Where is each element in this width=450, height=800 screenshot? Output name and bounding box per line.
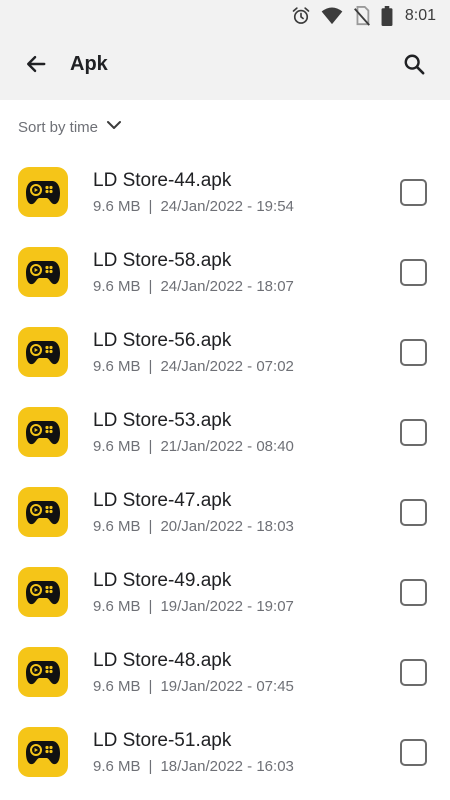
arrow-left-icon: [25, 53, 47, 80]
list-item[interactable]: LD Store-53.apk 9.6 MB | 21/Jan/2022 - 08:…: [0, 393, 450, 473]
wifi-icon: [321, 7, 343, 25]
gamepad-icon: [26, 341, 60, 365]
app-icon: [18, 247, 68, 297]
app-icon: [18, 407, 68, 457]
file-size: 9.6 MB: [93, 758, 141, 775]
sort-dropdown[interactable]: Sort by time: [18, 113, 122, 141]
file-date: 24/Jan/2022 - 19:54: [160, 198, 294, 215]
file-meta: 9.6 MB | 18/Jan/2022 - 16:03: [93, 758, 294, 775]
file-size: 9.6 MB: [93, 518, 141, 535]
select-checkbox[interactable]: [400, 259, 427, 286]
file-size: 9.6 MB: [93, 598, 141, 615]
select-checkbox[interactable]: [400, 339, 427, 366]
list-item[interactable]: LD Store-58.apk 9.6 MB | 24/Jan/2022 - 18:…: [0, 233, 450, 313]
meta-separator: |: [148, 598, 153, 615]
search-icon: [403, 53, 425, 80]
select-checkbox[interactable]: [400, 499, 427, 526]
list-item[interactable]: LD Store-56.apk 9.6 MB | 24/Jan/2022 - 07:…: [0, 313, 450, 393]
alarm-icon: [291, 6, 311, 26]
list-item[interactable]: LD Store-49.apk 9.6 MB | 19/Jan/2022 - 19:…: [0, 553, 450, 633]
file-meta: 9.6 MB | 21/Jan/2022 - 08:40: [93, 438, 294, 455]
file-size: 9.6 MB: [93, 198, 141, 215]
file-date: 19/Jan/2022 - 07:45: [160, 678, 294, 695]
page-title: Apk: [70, 53, 108, 75]
chevron-down-icon: [106, 117, 122, 138]
gamepad-icon: [26, 661, 60, 685]
file-meta: 9.6 MB | 20/Jan/2022 - 18:03: [93, 518, 294, 535]
file-list: LD Store-44.apk 9.6 MB | 24/Jan/2022 - 19:…: [0, 153, 450, 793]
select-checkbox[interactable]: [400, 659, 427, 686]
select-checkbox[interactable]: [400, 179, 427, 206]
file-date: 24/Jan/2022 - 07:02: [160, 358, 294, 375]
status-bar: 8:01: [0, 0, 450, 32]
file-date: 24/Jan/2022 - 18:07: [160, 278, 294, 295]
app-icon: [18, 167, 68, 217]
gamepad-icon: [26, 501, 60, 525]
file-meta: 9.6 MB | 24/Jan/2022 - 07:02: [93, 358, 294, 375]
select-checkbox[interactable]: [400, 579, 427, 606]
back-button[interactable]: [16, 46, 56, 86]
no-sim-icon: [353, 6, 371, 26]
file-size: 9.6 MB: [93, 358, 141, 375]
app-bar: Apk: [0, 32, 450, 100]
file-name: LD Store-58.apk: [93, 250, 232, 271]
app-icon: [18, 727, 68, 777]
file-name: LD Store-56.apk: [93, 330, 232, 351]
file-size: 9.6 MB: [93, 278, 141, 295]
gamepad-icon: [26, 261, 60, 285]
list-item[interactable]: LD Store-47.apk 9.6 MB | 20/Jan/2022 - 18:…: [0, 473, 450, 553]
file-meta: 9.6 MB | 24/Jan/2022 - 19:54: [93, 198, 294, 215]
list-item[interactable]: LD Store-48.apk 9.6 MB | 19/Jan/2022 - 07:…: [0, 633, 450, 713]
sort-label: Sort by time: [18, 118, 99, 136]
file-size: 9.6 MB: [93, 438, 141, 455]
gamepad-icon: [26, 421, 60, 445]
list-item[interactable]: LD Store-44.apk 9.6 MB | 24/Jan/2022 - 19:…: [0, 153, 450, 233]
list-item[interactable]: LD Store-51.apk 9.6 MB | 18/Jan/2022 - 16:…: [0, 713, 450, 793]
file-meta: 9.6 MB | 19/Jan/2022 - 07:45: [93, 678, 294, 695]
select-checkbox[interactable]: [400, 419, 427, 446]
file-name: LD Store-53.apk: [93, 410, 232, 431]
meta-separator: |: [148, 518, 153, 535]
meta-separator: |: [148, 758, 153, 775]
file-date: 20/Jan/2022 - 18:03: [160, 518, 294, 535]
meta-separator: |: [148, 198, 153, 215]
gamepad-icon: [26, 581, 60, 605]
file-name: LD Store-44.apk: [93, 170, 232, 191]
file-name: LD Store-48.apk: [93, 650, 232, 671]
app-icon: [18, 327, 68, 377]
app-icon: [18, 487, 68, 537]
meta-separator: |: [148, 678, 153, 695]
meta-separator: |: [148, 358, 153, 375]
status-icons: 8:01: [291, 5, 436, 27]
app-icon: [18, 567, 68, 617]
file-date: 19/Jan/2022 - 19:07: [160, 598, 294, 615]
meta-separator: |: [148, 278, 153, 295]
meta-separator: |: [148, 438, 153, 455]
status-time: 8:01: [404, 7, 436, 24]
gamepad-icon: [26, 181, 60, 205]
file-meta: 9.6 MB | 24/Jan/2022 - 18:07: [93, 278, 294, 295]
file-name: LD Store-51.apk: [93, 730, 232, 751]
app-icon: [18, 647, 68, 697]
file-size: 9.6 MB: [93, 678, 141, 695]
gamepad-icon: [26, 741, 60, 765]
file-date: 21/Jan/2022 - 08:40: [160, 438, 294, 455]
file-name: LD Store-49.apk: [93, 570, 232, 591]
file-date: 18/Jan/2022 - 16:03: [160, 758, 294, 775]
battery-icon: [381, 6, 393, 26]
file-name: LD Store-47.apk: [93, 490, 232, 511]
file-meta: 9.6 MB | 19/Jan/2022 - 19:07: [93, 598, 294, 615]
select-checkbox[interactable]: [400, 739, 427, 766]
search-button[interactable]: [394, 46, 434, 86]
